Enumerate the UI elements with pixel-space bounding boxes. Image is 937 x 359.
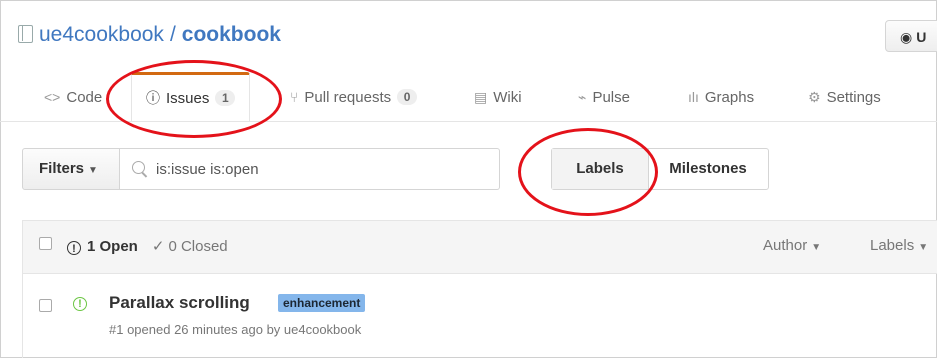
- chevron-down-icon: ▼: [918, 242, 929, 253]
- tab-pull-requests[interactable]: ⑂ Pull requests 0: [290, 72, 418, 120]
- issue-title-link[interactable]: Parallax scrolling: [109, 293, 250, 313]
- tab-graphs[interactable]: ılı Graphs: [688, 72, 754, 120]
- tab-code[interactable]: <> Code: [44, 72, 102, 120]
- code-icon: <>: [44, 89, 61, 105]
- closed-issues-link[interactable]: ✓ 0 Closed: [152, 238, 228, 255]
- issue-select-checkbox[interactable]: [39, 299, 52, 312]
- labels-filter-menu[interactable]: Labels ▼: [870, 237, 928, 254]
- issue-state-filters: ! 1 Open ✓ 0 Closed: [67, 237, 228, 255]
- pull-request-icon: ⑂: [290, 89, 299, 105]
- tab-settings[interactable]: ⚙ Settings: [808, 72, 881, 120]
- book-icon: ▤: [474, 89, 488, 105]
- tab-label: Settings: [826, 89, 881, 106]
- repo-title: ue4cookbook / cookbook: [18, 22, 281, 48]
- gear-icon: ⚙: [808, 89, 821, 105]
- check-icon: ✓: [151, 238, 165, 255]
- tab-counter: 1: [215, 90, 236, 106]
- select-all-checkbox[interactable]: [39, 237, 52, 250]
- watch-button-label: U: [916, 29, 927, 45]
- author-menu-label: Author: [763, 237, 808, 254]
- issue-opened-icon: ⓘ: [146, 90, 160, 106]
- tab-label: Graphs: [704, 89, 755, 106]
- issues-table: ! 1 Open ✓ 0 Closed Author ▼ Labels ▼ ! Paral…: [22, 220, 937, 358]
- search-icon: [132, 161, 145, 174]
- milestones-button[interactable]: Milestones: [648, 149, 768, 189]
- labels-button[interactable]: Labels: [552, 149, 649, 189]
- pulse-icon: ⌁: [578, 89, 587, 105]
- tab-issues[interactable]: ⓘ Issues 1: [131, 72, 251, 122]
- chevron-down-icon: ▼: [811, 242, 822, 253]
- eye-icon: ◉: [900, 29, 913, 45]
- watch-button[interactable]: ◉ U: [885, 20, 937, 52]
- chevron-down-icon: ▼: [88, 165, 98, 176]
- issue-search-box: [120, 148, 500, 190]
- tab-label: Wiki: [493, 89, 522, 106]
- repo-separator: /: [169, 23, 176, 46]
- repo-owner-link[interactable]: ue4cookbook: [39, 23, 164, 46]
- issue-opened-icon: !: [73, 297, 87, 311]
- tab-label: Code: [66, 89, 103, 106]
- tab-label: Issues: [166, 90, 210, 107]
- repo-name-link[interactable]: cookbook: [182, 23, 281, 46]
- tab-counter: 0: [397, 89, 418, 105]
- filters-dropdown-button[interactable]: Filters ▼: [22, 148, 120, 190]
- issue-opened-icon: !: [67, 241, 81, 255]
- graph-icon: ılı: [688, 89, 699, 105]
- labels-milestones-group: Labels Milestones: [551, 148, 769, 190]
- tab-label: Pulse: [592, 89, 630, 106]
- repo-nav-tabs: <> Code ⓘ Issues 1 ⑂ Pull requests 0 ▤ Wiki ⌁ P…: [0, 72, 937, 122]
- repo-icon: [18, 25, 33, 43]
- tab-label: Pull requests: [304, 89, 392, 106]
- table-row: ! Parallax scrolling enhancement #1 open…: [23, 273, 937, 359]
- issue-label-badge[interactable]: enhancement: [278, 294, 366, 312]
- labels-menu-label: Labels: [870, 237, 915, 254]
- tab-wiki[interactable]: ▤ Wiki: [474, 72, 522, 120]
- tabs-divider: [0, 121, 937, 122]
- issue-search-input[interactable]: [156, 157, 476, 181]
- filters-label: Filters: [39, 160, 85, 177]
- issue-meta: #1 opened 26 minutes ago by ue4cookbook: [109, 322, 362, 337]
- tab-pulse[interactable]: ⌁ Pulse: [578, 72, 630, 120]
- open-issues-link[interactable]: ! 1 Open: [67, 238, 138, 255]
- open-count-label: 1 Open: [87, 238, 138, 255]
- issues-table-header: ! 1 Open ✓ 0 Closed Author ▼ Labels ▼: [23, 221, 937, 274]
- closed-count-label: 0 Closed: [168, 238, 228, 255]
- author-filter-menu[interactable]: Author ▼: [763, 237, 821, 254]
